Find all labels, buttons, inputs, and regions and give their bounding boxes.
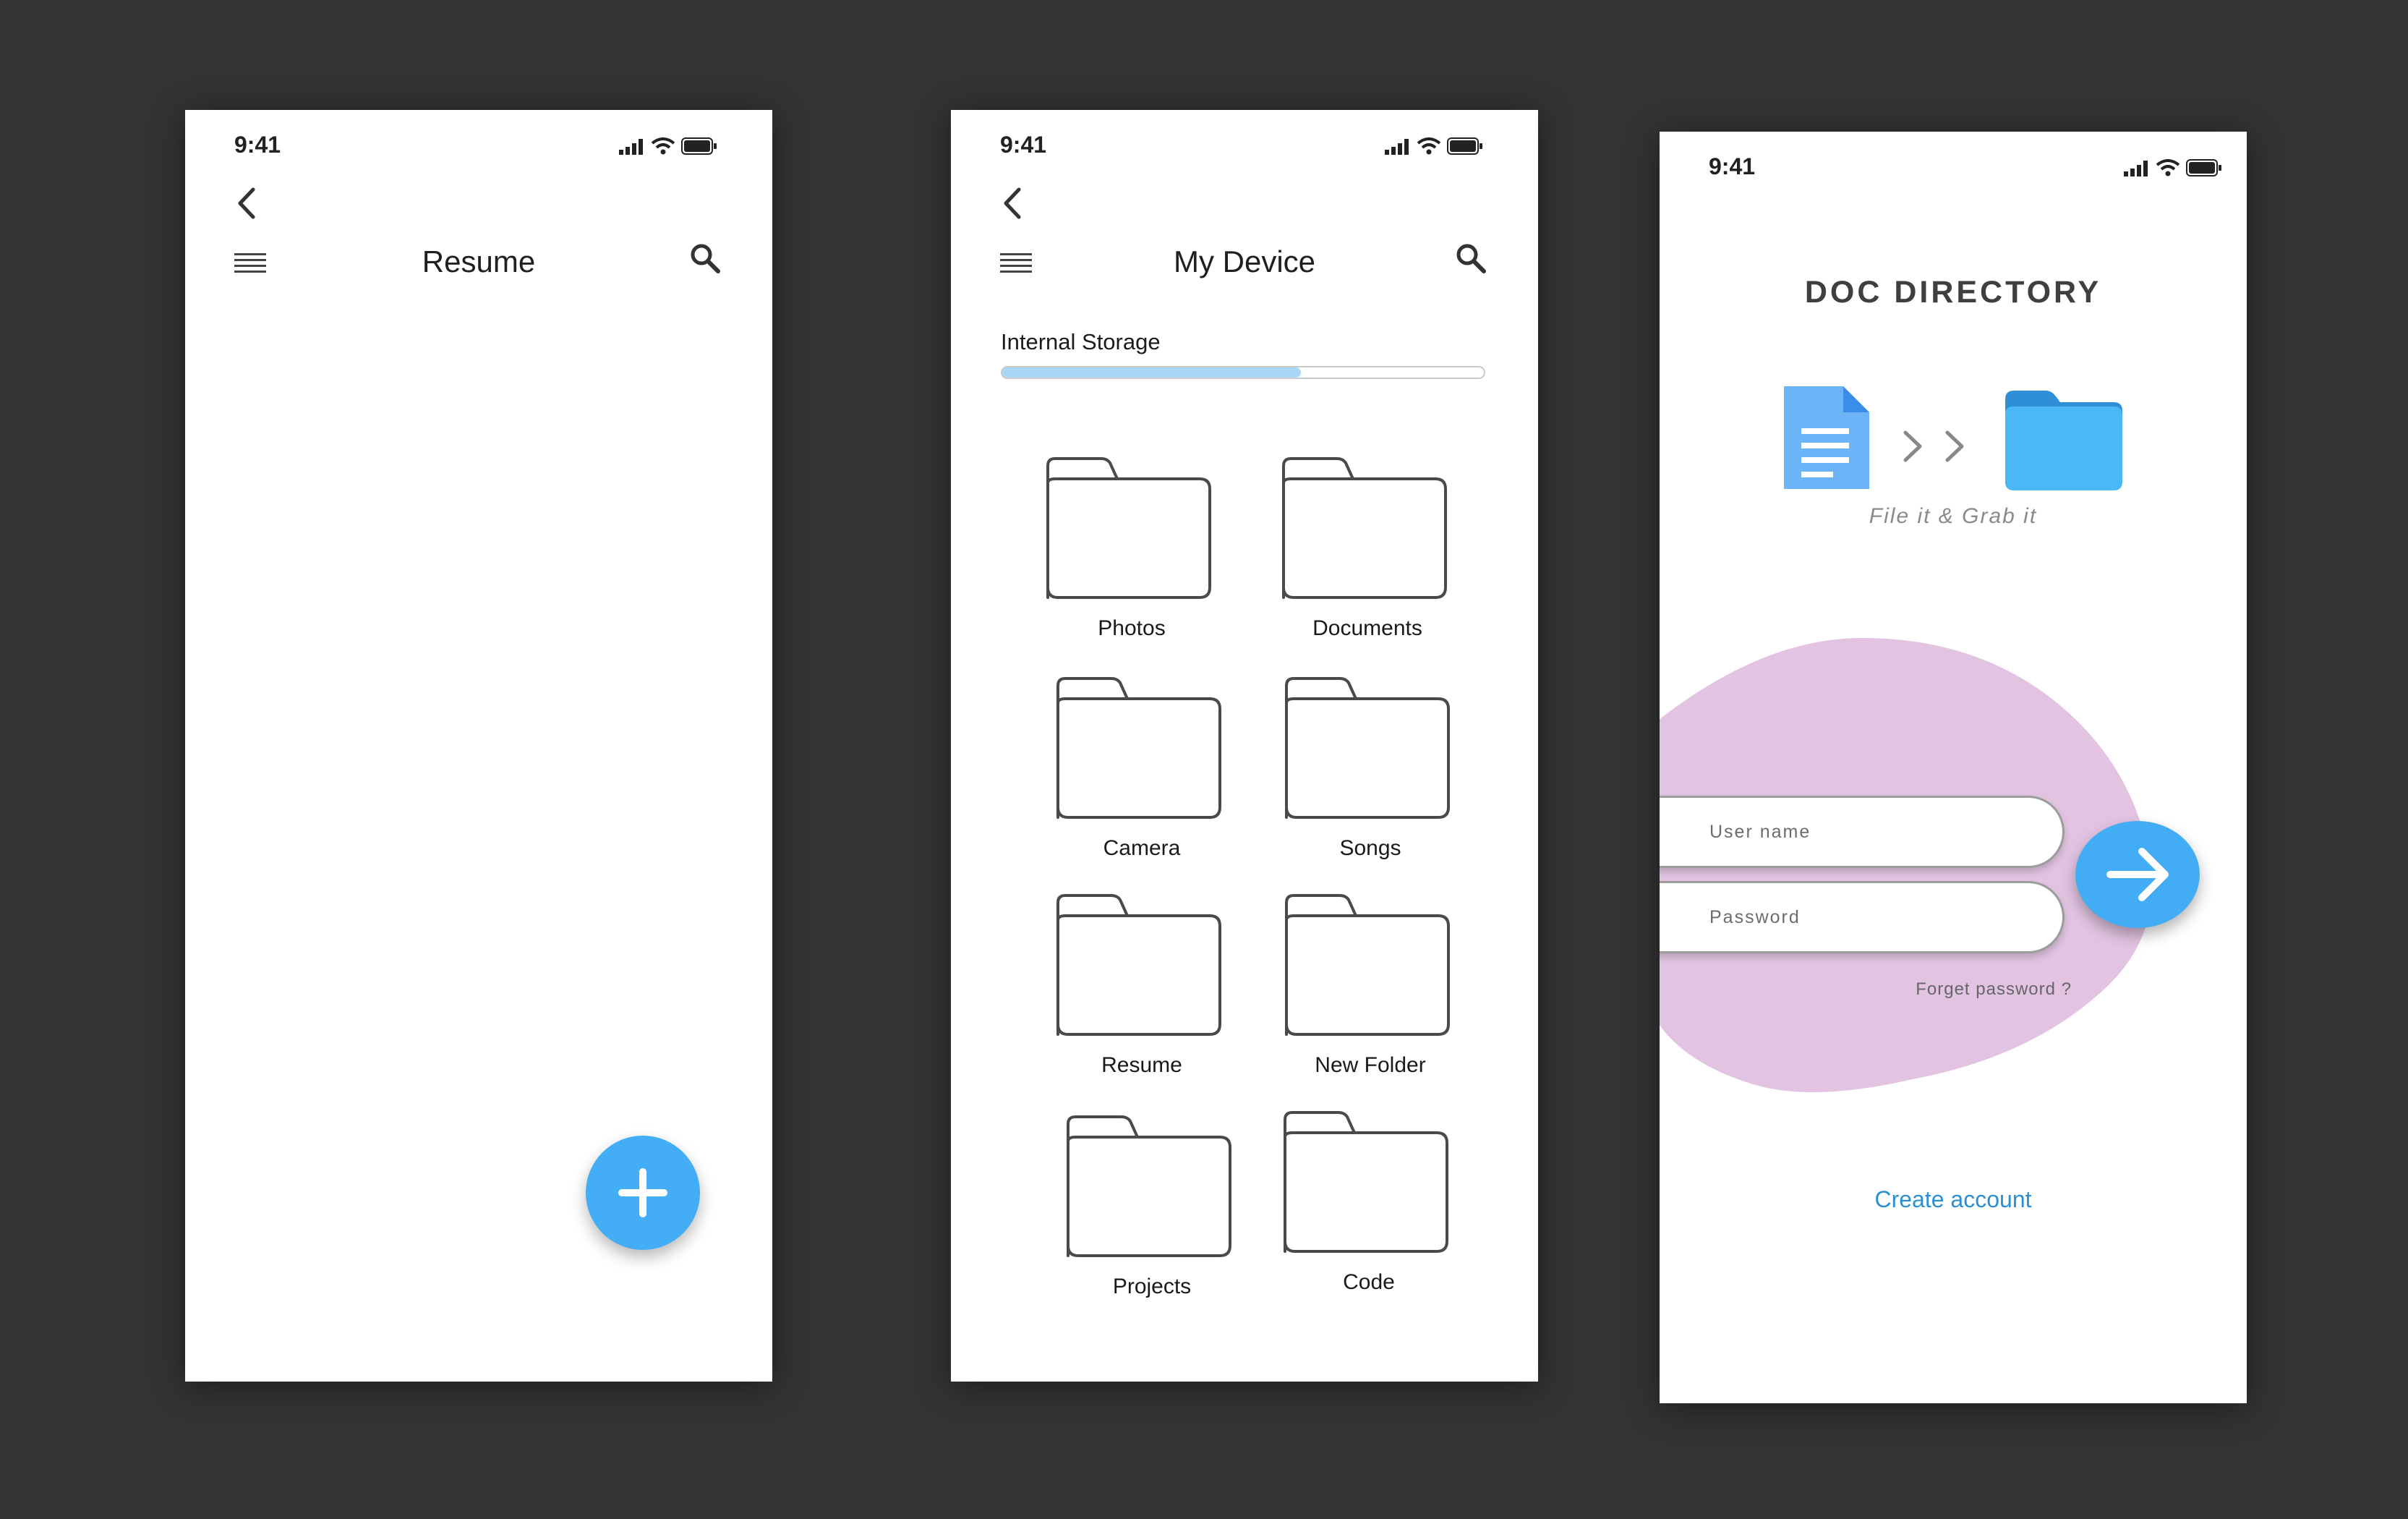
wifi-icon: [1417, 137, 1441, 155]
folder-label: Camera: [1103, 836, 1181, 860]
folder-outline-icon: [1056, 677, 1221, 819]
folder-outline-icon: [1056, 894, 1221, 1036]
document-icon: [1784, 386, 1869, 489]
folder-outline-icon: [1067, 1115, 1231, 1257]
folder-item-resume[interactable]: Resume: [1055, 893, 1229, 1081]
add-fab-button[interactable]: [586, 1136, 700, 1250]
password-input[interactable]: [1660, 881, 2065, 953]
back-button[interactable]: [999, 185, 1028, 225]
username-input[interactable]: [1660, 796, 2065, 868]
chevron-left-icon: [238, 187, 255, 219]
forget-password-link[interactable]: Forget password ?: [1898, 979, 2072, 1000]
folder-label: New Folder: [1315, 1053, 1426, 1077]
back-button[interactable]: [233, 185, 262, 225]
folder-item-projects[interactable]: Projects: [1065, 1114, 1239, 1302]
battery-icon: [2186, 159, 2221, 176]
menu-icon: [1000, 253, 1032, 273]
menu-icon: [234, 253, 266, 273]
plus-icon: [618, 1168, 667, 1217]
double-chevron-right-icon: [1903, 430, 1964, 462]
storage-progress-fill: [1002, 367, 1301, 378]
folder-item-code[interactable]: Code: [1282, 1110, 1456, 1298]
folder-item-camera[interactable]: Camera: [1055, 676, 1229, 864]
status-icons: [2124, 159, 2222, 176]
folder-label: Photos: [1098, 616, 1166, 640]
signal-icon: [1385, 139, 1409, 155]
folder-item-photos[interactable]: Photos: [1045, 456, 1218, 644]
folder-item-new-folder[interactable]: New Folder: [1284, 893, 1457, 1081]
search-button[interactable]: [688, 242, 722, 278]
folder-label: Songs: [1339, 836, 1401, 860]
arrow-right-icon: [2106, 848, 2169, 901]
menu-button[interactable]: [234, 252, 266, 278]
my-device-screen: 9:41 My Device Internal Storage Photos Do…: [951, 110, 1538, 1382]
battery-icon: [681, 137, 717, 155]
status-icons: [1385, 137, 1483, 155]
folder-outline-icon: [1046, 457, 1211, 599]
menu-button[interactable]: [1000, 252, 1032, 278]
search-button[interactable]: [1454, 242, 1487, 278]
app-title: DOC DIRECTORY: [1804, 275, 2102, 310]
resume-screen: 9:41 Resume: [185, 110, 772, 1382]
chevron-left-icon: [1004, 187, 1021, 219]
folder-outline-icon: [1285, 677, 1450, 819]
folder-outline-icon: [1282, 457, 1447, 599]
folder-outline-icon: [1284, 1111, 1448, 1253]
signal-icon: [2124, 161, 2148, 176]
storage-label: Internal Storage: [1001, 329, 1161, 354]
folder-item-documents[interactable]: Documents: [1281, 456, 1454, 644]
status-icons: [619, 137, 717, 155]
status-time: 9:41: [1709, 153, 1756, 179]
signal-icon: [619, 139, 643, 155]
folder-outline-icon: [1285, 894, 1450, 1036]
page-title: My Device: [1173, 244, 1316, 278]
folder-label: Documents: [1312, 616, 1422, 640]
folder-icon: [2005, 391, 2122, 490]
folder-label: Code: [1343, 1270, 1395, 1294]
search-icon: [1456, 244, 1486, 273]
login-submit-button[interactable]: [2075, 821, 2200, 928]
create-account-link[interactable]: Create account: [1660, 1186, 2247, 1213]
wifi-icon: [651, 137, 675, 155]
wifi-icon: [2156, 159, 2180, 176]
folder-label: Resume: [1101, 1053, 1182, 1077]
folder-item-songs[interactable]: Songs: [1284, 676, 1457, 864]
page-title: Resume: [422, 244, 536, 278]
folder-label: Projects: [1112, 1275, 1192, 1298]
search-icon: [691, 244, 720, 273]
status-time: 9:41: [234, 132, 281, 158]
storage-progress-bar: [1001, 366, 1485, 379]
login-screen: 9:41 DOC DIRECTORY File it & Grab it For…: [1660, 132, 2247, 1403]
tagline: File it & Grab it: [1869, 504, 2038, 528]
battery-icon: [1447, 137, 1482, 155]
status-time: 9:41: [1000, 132, 1047, 158]
